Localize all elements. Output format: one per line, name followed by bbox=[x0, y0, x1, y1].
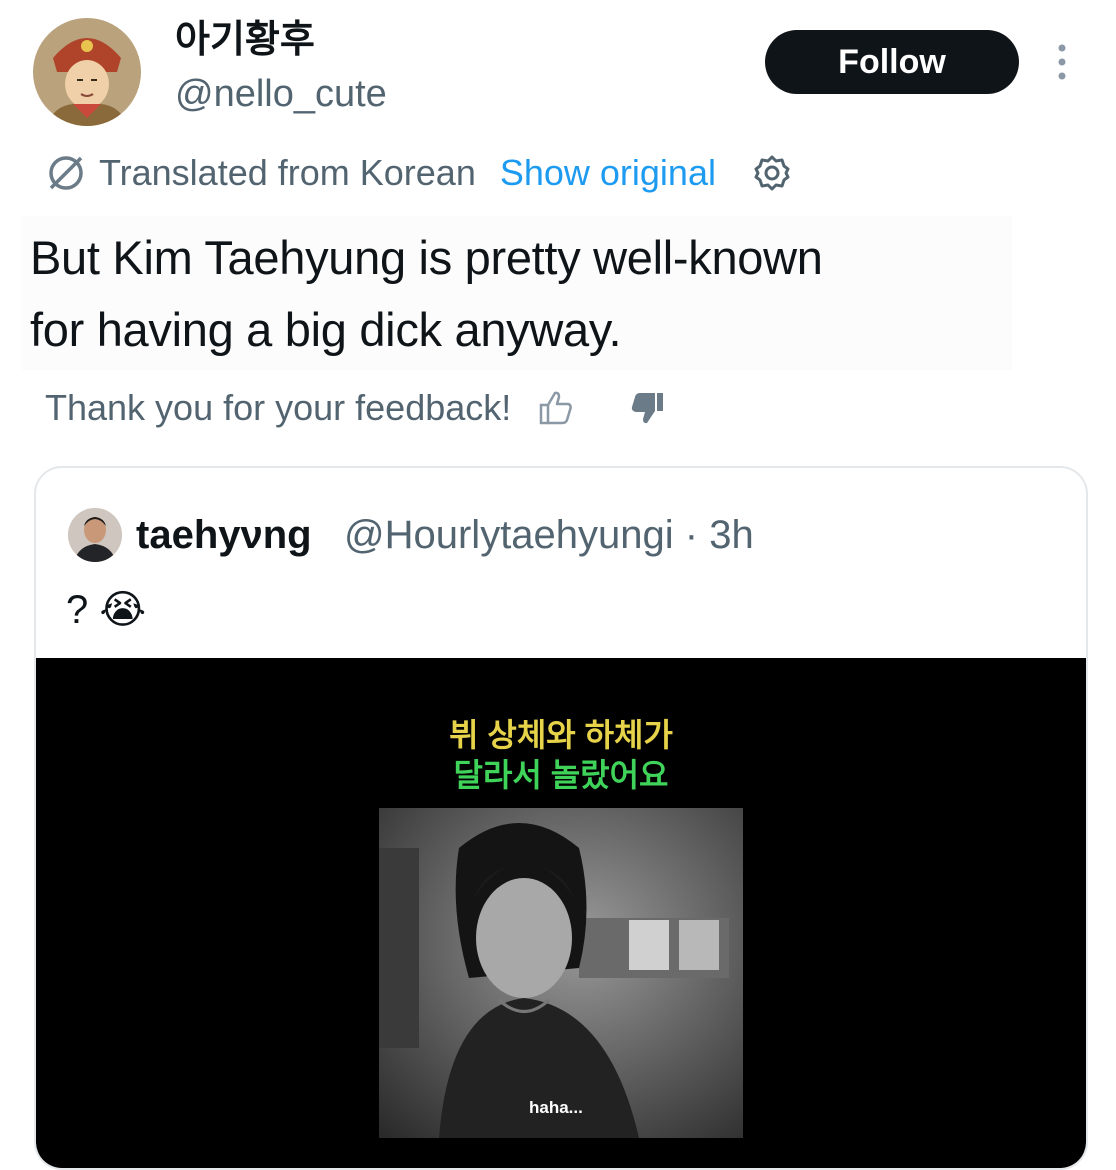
portrait-avatar-icon bbox=[33, 18, 141, 126]
more-options-icon[interactable] bbox=[1050, 42, 1074, 82]
thumbs-up-icon[interactable] bbox=[535, 387, 577, 429]
show-original-link[interactable]: Show original bbox=[500, 152, 716, 194]
quoted-tweet-text: ? 😭 bbox=[66, 588, 147, 632]
quoted-author-avatar[interactable] bbox=[68, 508, 122, 562]
gear-icon[interactable] bbox=[752, 153, 792, 193]
tweet-text: But Kim Taehyung is pretty well-known fo… bbox=[30, 222, 1010, 366]
thumbs-down-icon[interactable] bbox=[627, 387, 669, 429]
video-subtitle: haha... bbox=[529, 1098, 583, 1117]
quoted-author-handle[interactable]: @Hourlytaehyungi · 3h bbox=[344, 510, 754, 560]
person-avatar-icon bbox=[68, 508, 122, 562]
quoted-tweet-card[interactable]: taehyνng @Hourlytaehyungi · 3h ? 😭 뷔 상체와… bbox=[34, 466, 1088, 1170]
tweet-text-line-2: for having a big dick anyway. bbox=[30, 303, 622, 356]
tweet-text-line-1: But Kim Taehyung is pretty well-known bbox=[30, 231, 823, 284]
feedback-text: Thank you for your feedback! bbox=[45, 387, 512, 428]
author-display-name[interactable]: 아기황후 bbox=[175, 18, 315, 62]
translated-from-label: Translated from Korean bbox=[99, 152, 476, 193]
author-avatar[interactable] bbox=[33, 18, 141, 126]
video-frame: haha... bbox=[379, 808, 743, 1138]
video-still-image bbox=[379, 808, 743, 1138]
quoted-video[interactable]: 뷔 상체와 하체가 달라서 놀랐어요 haha... bbox=[36, 658, 1086, 1168]
translation-bar: Translated from Korean Show original bbox=[45, 148, 792, 198]
author-handle[interactable]: @nello_cute bbox=[175, 72, 387, 116]
follow-button[interactable]: Follow bbox=[765, 30, 1019, 94]
video-caption-line-2: 달라서 놀랐어요 bbox=[453, 757, 669, 793]
translation-feedback: Thank you for your feedback! bbox=[45, 384, 669, 432]
translate-globe-icon bbox=[49, 156, 83, 190]
quoted-author-name[interactable]: taehyνng bbox=[136, 510, 312, 560]
